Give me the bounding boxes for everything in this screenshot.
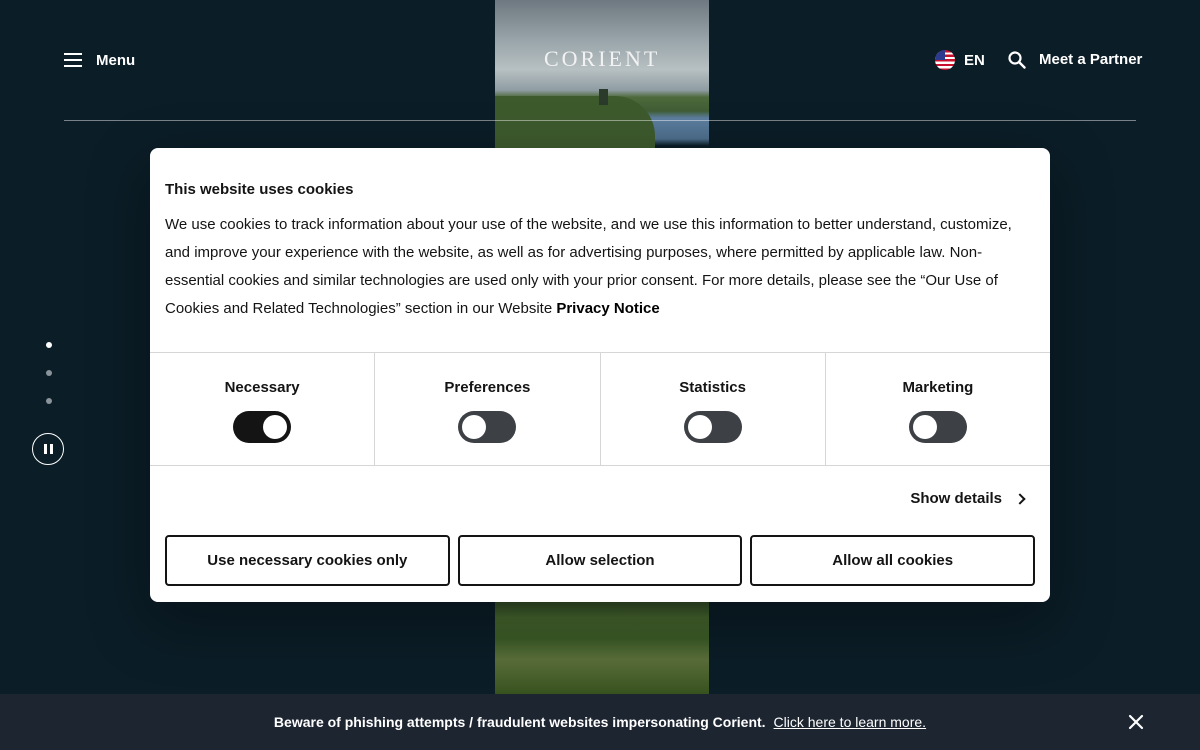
- menu-button[interactable]: Menu: [64, 48, 135, 72]
- category-marketing: Marketing: [826, 353, 1050, 465]
- cookie-dialog-title: This website uses cookies: [165, 181, 354, 198]
- language-selector[interactable]: EN: [935, 50, 985, 70]
- banner-text: Beware of phishing attempts / fraudulent…: [273, 714, 766, 730]
- category-preferences: Preferences: [375, 353, 601, 465]
- site-header: Menu CORIENT EN Meet a Partner: [64, 0, 1142, 120]
- pause-button[interactable]: [32, 433, 64, 465]
- us-flag-icon: [935, 50, 955, 70]
- category-necessary: Necessary: [150, 353, 376, 465]
- cookie-categories: Necessary Preferences Statistics Marketi…: [150, 352, 1050, 466]
- allow-selection-button[interactable]: Allow selection: [457, 535, 743, 586]
- close-icon[interactable]: [1128, 714, 1144, 730]
- show-details-button[interactable]: Show details: [910, 490, 1026, 507]
- meet-a-partner-link[interactable]: Meet a Partner: [1039, 51, 1142, 68]
- cookie-consent-dialog: This website uses cookies We use cookies…: [150, 148, 1050, 602]
- slide-dot-2[interactable]: [46, 370, 52, 376]
- phishing-warning-banner: Beware of phishing attempts / fraudulent…: [0, 694, 1200, 750]
- marketing-toggle[interactable]: [908, 411, 967, 443]
- category-label: Statistics: [679, 379, 746, 396]
- category-statistics: Statistics: [601, 353, 826, 465]
- necessary-toggle[interactable]: [233, 411, 292, 443]
- preferences-toggle[interactable]: [458, 411, 517, 443]
- pause-icon-bar-right: [49, 444, 53, 454]
- header-divider: [64, 120, 1136, 121]
- show-details-label: Show details: [910, 490, 1002, 507]
- use-necessary-cookies-button[interactable]: Use necessary cookies only: [165, 535, 450, 586]
- category-label: Preferences: [444, 379, 531, 396]
- chevron-right-icon: [1014, 492, 1026, 505]
- category-label: Marketing: [902, 379, 974, 396]
- cookie-actions: Use necessary cookies only Allow selecti…: [165, 535, 1036, 586]
- category-label: Necessary: [224, 379, 300, 396]
- slide-dot-3[interactable]: [46, 398, 52, 404]
- learn-more-link[interactable]: Click here to learn more.: [774, 714, 927, 730]
- slide-dot-1[interactable]: [46, 342, 52, 348]
- allow-all-cookies-button[interactable]: Allow all cookies: [750, 535, 1036, 586]
- pause-icon-bar-left: [43, 444, 47, 454]
- cookie-dialog-body: We use cookies to track information abou…: [165, 211, 1040, 323]
- statistics-toggle[interactable]: [683, 411, 742, 443]
- search-icon[interactable]: [1008, 51, 1026, 69]
- corient-logo[interactable]: CORIENT: [544, 46, 657, 72]
- language-label: EN: [964, 51, 985, 69]
- menu-label: Menu: [96, 51, 136, 69]
- hamburger-icon: [64, 53, 82, 67]
- privacy-notice-link[interactable]: Privacy Notice: [556, 300, 659, 317]
